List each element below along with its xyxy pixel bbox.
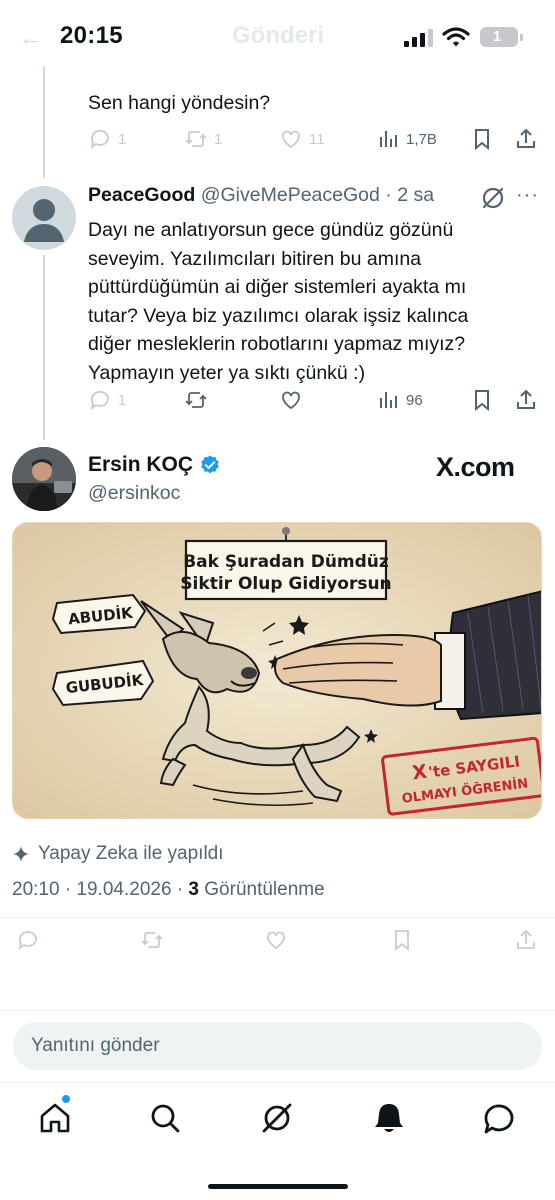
home-icon[interactable]	[38, 1101, 72, 1135]
tweet-timestamp: 20:10 · 19.04.2026 ·	[12, 879, 189, 900]
reply-icon	[90, 391, 109, 411]
views-label: Görüntülenme	[204, 879, 325, 900]
views-count: 1,7B	[406, 130, 437, 148]
share-button[interactable]	[514, 928, 538, 952]
sparkle-icon	[13, 846, 29, 862]
bookmark-button[interactable]	[470, 388, 494, 412]
retweet-button[interactable]	[140, 928, 164, 952]
grok-icon[interactable]	[480, 185, 506, 211]
retweet-icon	[185, 131, 207, 147]
notification-dot	[62, 1095, 70, 1103]
xcom-logo: X.com	[436, 452, 515, 482]
profile-photo	[12, 447, 76, 511]
reply-button[interactable]: 1	[88, 127, 126, 151]
bookmark-icon	[475, 129, 489, 151]
sign-line-1: Bak Şuradan Dümdüz	[183, 552, 389, 572]
bookmark-icon	[395, 930, 409, 951]
author-handle[interactable]: @ersinkoc	[88, 482, 180, 505]
verified-badge-icon	[201, 455, 219, 474]
home-indicator	[208, 1184, 348, 1189]
tweet-time: · 2 sa	[385, 184, 435, 206]
stamp-x: X	[411, 761, 429, 785]
like-count: 11	[309, 130, 325, 148]
reply-count: 1	[118, 391, 127, 409]
tweet-line: püttürdüğümün ai diğer sistemleri ayakta…	[88, 276, 467, 298]
like-button[interactable]	[264, 928, 288, 952]
heart-icon	[282, 130, 300, 149]
views-button[interactable]: 96	[376, 388, 423, 412]
reply-count: 1	[118, 130, 127, 148]
tweet-image[interactable]: Bak Şuradan Dümdüz Siktir Olup Gidiyorsu…	[12, 522, 542, 819]
views-button[interactable]: 1,7B	[376, 127, 437, 151]
divider	[0, 1010, 555, 1011]
retweet-icon	[141, 932, 163, 948]
ai-made-label[interactable]: Yapay Zeka ile yapıldı	[12, 843, 224, 865]
back-arrow-icon[interactable]: ←	[18, 22, 44, 53]
tweet-line: seveyim. Yazılımcıları bitiren bu amına	[88, 247, 422, 270]
heart-icon	[282, 391, 300, 410]
share-icon	[517, 389, 535, 409]
notifications-icon[interactable]	[372, 1101, 406, 1135]
views-count: 96	[406, 391, 423, 409]
retweet-count: 1	[214, 130, 223, 148]
share-icon	[517, 128, 535, 148]
author-name-text: Ersin KOÇ	[88, 453, 194, 476]
like-button[interactable]: 11	[279, 127, 325, 151]
reply-button[interactable]	[16, 928, 40, 952]
ai-made-text: Yapay Zeka ile yapıldı	[38, 843, 224, 864]
thread-line	[43, 66, 45, 178]
thread-line	[43, 255, 45, 440]
parent-tweet-text: Sen hangi yöndesin?	[88, 92, 271, 114]
bookmark-button[interactable]	[470, 127, 494, 151]
more-icon[interactable]: ···	[516, 184, 539, 207]
retweet-icon	[185, 392, 207, 408]
share-button[interactable]	[514, 388, 538, 412]
reply-icon	[90, 130, 109, 150]
wifi-icon	[442, 27, 470, 47]
sign-line-2: Siktir Olup Gidiyorsun	[180, 574, 391, 594]
default-avatar-icon	[24, 199, 64, 242]
divider	[0, 917, 555, 918]
avatar[interactable]	[12, 186, 76, 250]
battery-icon: 1	[480, 27, 518, 47]
cartoon-illustration: Bak Şuradan Dümdüz Siktir Olup Gidiyorsu…	[13, 523, 541, 818]
tweet-line: tutar? Veya biz yazılımcı olarak işsiz k…	[88, 304, 469, 327]
views-icon	[380, 392, 397, 408]
reply-input[interactable]: Yanıtını gönder	[13, 1022, 542, 1070]
heart-icon	[267, 931, 285, 950]
tweet-line: Dayı ne anlatıyorsun gece gündüz gözünü	[88, 219, 454, 241]
retweet-button[interactable]: 1	[184, 127, 222, 151]
status-time: 20:15	[60, 22, 123, 49]
retweet-button[interactable]	[184, 388, 208, 412]
grok-icon[interactable]	[260, 1101, 294, 1135]
views-count: 3	[188, 879, 199, 900]
bookmark-icon	[475, 390, 489, 412]
bookmark-button[interactable]	[390, 928, 414, 952]
avatar[interactable]	[12, 447, 76, 511]
signal-icon	[404, 29, 433, 47]
views-icon	[380, 131, 397, 147]
status-bar: ← Gönderi 20:15 1	[0, 0, 555, 72]
battery-cap	[520, 34, 523, 41]
user-handle[interactable]: @GiveMePeaceGod	[201, 184, 380, 206]
tweet-line: Yapmayın yeter ya sıktı çünkü :)	[88, 361, 366, 384]
share-icon	[517, 929, 535, 949]
reply-button[interactable]: 1	[88, 388, 126, 412]
tweet-meta: 20:10 · 19.04.2026 · 3 Görüntülenme	[12, 879, 325, 901]
messages-icon[interactable]	[482, 1101, 516, 1135]
page-title: Gönderi	[232, 22, 325, 49]
search-icon[interactable]	[148, 1101, 182, 1135]
like-button[interactable]	[279, 388, 303, 412]
share-button[interactable]	[514, 127, 538, 151]
user-name[interactable]: PeaceGood	[88, 184, 195, 206]
reply-header: PeaceGood @GiveMePeaceGod · 2 sa	[88, 184, 434, 207]
tab-bar	[0, 1082, 555, 1200]
reply-icon	[18, 931, 37, 951]
author-name[interactable]: Ersin KOÇ	[88, 453, 221, 477]
tweet-line: diğer mesleklerin robotlarını yapmaz mıy…	[88, 333, 466, 355]
